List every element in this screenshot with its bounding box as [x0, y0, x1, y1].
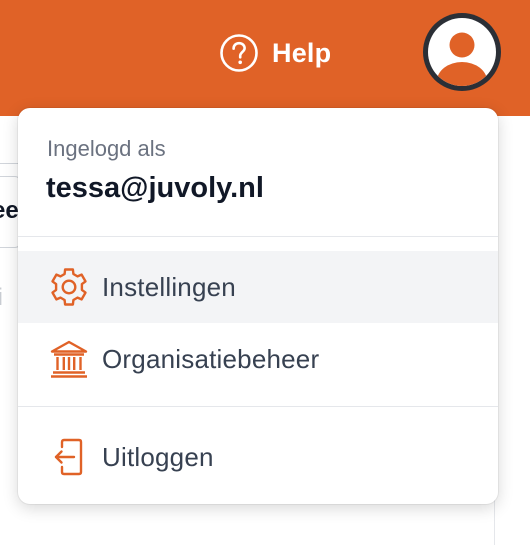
help-label: Help	[272, 37, 332, 68]
menu-divider	[18, 236, 498, 237]
logged-in-as-caption: Ingelogd als	[47, 136, 166, 161]
user-email: tessa@juvoly.nl	[46, 172, 264, 204]
background-placeholder-fragment: ti	[0, 284, 3, 311]
menu-item-label: Instellingen	[102, 271, 236, 302]
logout-icon	[54, 438, 83, 476]
account-info: Ingelogd als tessa@juvoly.nl	[18, 108, 498, 236]
menu-divider	[18, 406, 498, 407]
account-dropdown-menu: Ingelogd als tessa@juvoly.nl Instellinge…	[18, 108, 498, 504]
top-navigation-bar: Help	[0, 0, 530, 116]
help-link[interactable]: Help	[219, 33, 331, 73]
menu-item-settings[interactable]: Instellingen	[18, 251, 498, 323]
user-avatar-button[interactable]	[423, 13, 501, 91]
background-text-fragment: ee	[0, 197, 19, 224]
user-icon	[428, 18, 496, 86]
menu-item-organization-management[interactable]: Organisatiebeheer	[18, 323, 498, 395]
menu-item-label: Uitloggen	[102, 441, 214, 472]
menu-item-logout[interactable]: Uitloggen	[18, 421, 498, 493]
menu-item-label: Organisatiebeheer	[102, 343, 320, 374]
building-columns-icon	[50, 340, 88, 378]
question-circle-icon	[220, 34, 258, 72]
gear-icon	[51, 268, 87, 306]
